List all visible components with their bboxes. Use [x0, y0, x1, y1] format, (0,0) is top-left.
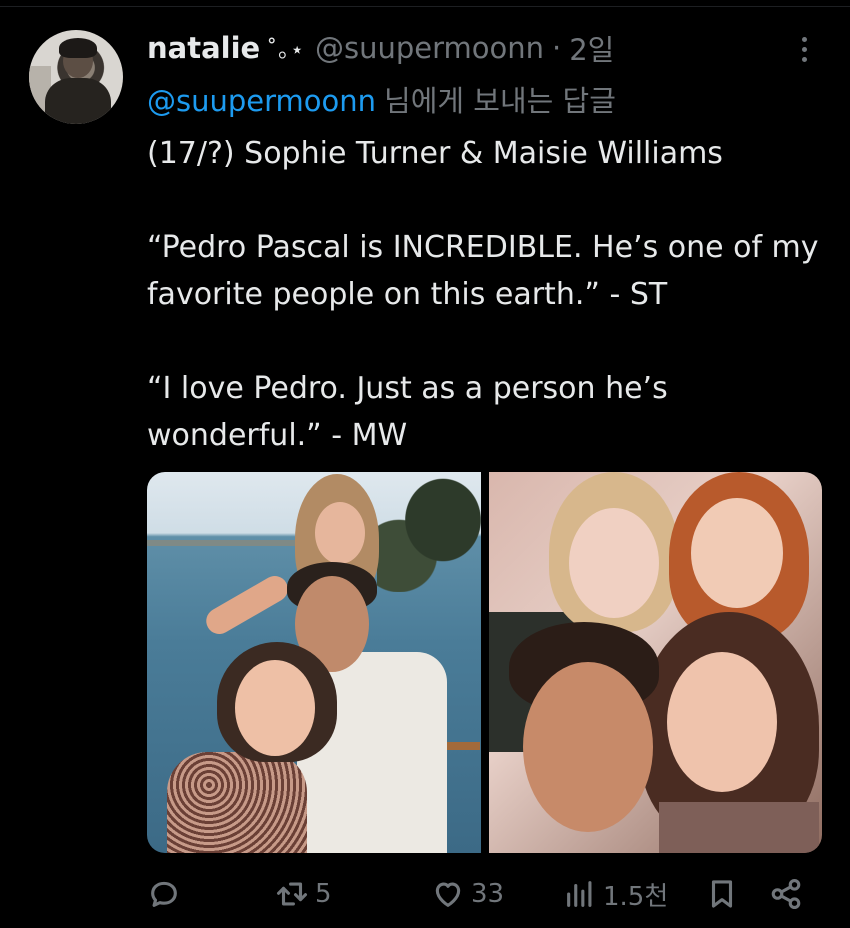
photo-person-face — [690, 498, 783, 608]
tweet-actions: 5 33 1.5천 — [147, 870, 827, 918]
tweet-body: (17/?) Sophie Turner & Maisie Williams “… — [147, 130, 837, 459]
photo-person-top — [658, 802, 819, 853]
reply-icon — [151, 881, 177, 907]
photo-person-dress — [167, 752, 307, 853]
avatar-figure-body — [45, 78, 111, 124]
tweet-quote-st: “Pedro Pascal is INCREDIBLE. He’s one of… — [147, 230, 829, 312]
like-count: 33 — [471, 879, 505, 909]
author-display-name[interactable]: natalie — [147, 31, 260, 65]
retweet-count: 5 — [315, 879, 332, 909]
bar-chart-icon — [567, 881, 592, 907]
share-button[interactable] — [769, 870, 803, 918]
media-photo-left[interactable] — [147, 472, 481, 853]
photo-trees — [377, 472, 481, 592]
photo-person-face — [235, 660, 315, 756]
bookmark-button[interactable] — [705, 870, 739, 918]
more-options-button[interactable] — [790, 32, 818, 66]
retweet-icon — [276, 882, 308, 906]
avatar[interactable] — [29, 30, 123, 124]
tweet-quote-mw: “I love Pedro. Just as a person he’s won… — [147, 371, 678, 453]
reply-context-label: 님에게 보내는 답글 — [384, 84, 616, 118]
reply-button[interactable] — [147, 870, 181, 918]
media-grid — [147, 472, 822, 853]
bookmark-icon — [711, 880, 733, 908]
tweet-text-spacer — [147, 177, 837, 224]
tweet-text-spacer — [147, 318, 837, 365]
share-icon — [771, 878, 801, 910]
retweet-button[interactable]: 5 — [275, 870, 332, 918]
more-dot-icon — [801, 36, 807, 42]
photo-person-face — [522, 662, 653, 832]
header-separator: · — [552, 31, 562, 65]
more-dot-icon — [801, 56, 807, 62]
tweet-timestamp[interactable]: 2일 — [569, 27, 614, 69]
views-button[interactable]: 1.5천 — [563, 870, 668, 918]
photo-person-face — [568, 508, 659, 618]
top-divider — [0, 0, 850, 7]
photo-person-face — [666, 652, 777, 792]
avatar-figure-hair — [59, 38, 97, 58]
like-button[interactable]: 33 — [431, 870, 504, 918]
reply-context: @suupermoonn 님에게 보내는 답글 — [147, 78, 616, 120]
heart-icon — [435, 882, 461, 907]
photo-person-arm — [201, 571, 293, 639]
views-count: 1.5천 — [603, 881, 669, 912]
reply-mention-link[interactable]: @suupermoonn — [147, 84, 376, 118]
photo-person-face — [315, 502, 365, 564]
more-dot-icon — [801, 46, 807, 52]
author-name-decoration: ˚｡⋆ — [266, 38, 305, 63]
tweet-text-line: (17/?) Sophie Turner & Maisie Williams — [147, 136, 723, 171]
media-photo-right[interactable] — [488, 472, 822, 853]
author-handle[interactable]: @suupermoonn — [315, 31, 544, 65]
tweet-header: natalie ˚｡⋆ @suupermoonn · 2일 — [147, 28, 614, 68]
